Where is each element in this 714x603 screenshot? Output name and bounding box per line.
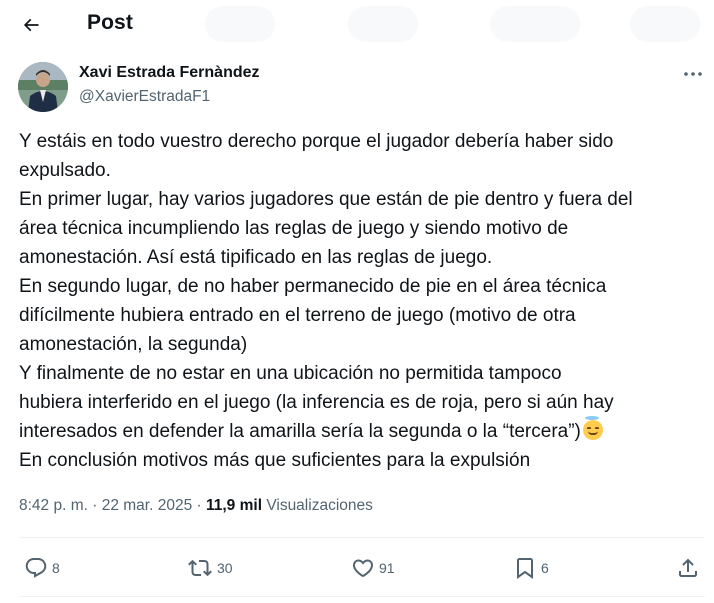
divider — [19, 596, 705, 597]
blurred-background-element — [348, 6, 418, 42]
more-dots-icon — [684, 72, 702, 76]
divider — [19, 537, 705, 538]
smiling-face-with-halo-icon — [582, 416, 603, 440]
repost-icon — [188, 559, 212, 577]
blurred-background-element — [490, 6, 580, 42]
more-options-button[interactable] — [680, 64, 706, 84]
arrow-left-icon — [23, 18, 39, 32]
page-title: Post — [87, 11, 133, 34]
like-count: 91 — [379, 560, 395, 576]
meta-separator: · — [87, 497, 102, 514]
tweet-time[interactable]: 8:42 p. m. — [19, 497, 88, 514]
bookmark-icon — [517, 558, 533, 579]
blurred-background-element — [205, 6, 275, 42]
tweet-line: amonestación. Así está tipificado en las… — [19, 247, 493, 268]
bookmark-count: 6 — [541, 560, 549, 576]
reply-button[interactable]: 8 — [24, 540, 60, 596]
share-icon — [679, 558, 697, 577]
tweet-text: Y estáis en todo vuestro derecho porque … — [19, 127, 699, 475]
tweet-date[interactable]: 22 mar. 2025 — [102, 497, 192, 514]
tweet-line: área técnica incumpliendo las reglas de … — [19, 218, 569, 239]
author-display-name[interactable]: Xavi Estrada Fernàndez — [79, 64, 260, 82]
avatar-photo — [18, 62, 68, 112]
tweet-line: Y estáis en todo vuestro derecho porque … — [19, 131, 614, 152]
repost-button[interactable]: 30 — [187, 540, 233, 596]
repost-count: 30 — [217, 560, 233, 576]
tweet-line: hubiera interferido en el juego (la infe… — [19, 392, 614, 413]
tweet-line-text: interesados en defender la amarilla serí… — [19, 421, 581, 442]
tweet-line: Y finalmente de no estar en una ubicació… — [19, 363, 562, 384]
avatar[interactable] — [18, 62, 68, 112]
tweet-line: expulsado. — [19, 160, 111, 181]
top-bar: Post — [0, 0, 714, 50]
share-button[interactable] — [676, 540, 700, 596]
author-handle[interactable]: @XavierEstradaF1 — [79, 88, 210, 106]
tweet-line: difícilmente hubiera entrado en el terre… — [19, 305, 576, 326]
meta-separator: · — [192, 497, 206, 514]
reply-count: 8 — [52, 560, 60, 576]
tweet-line: En primer lugar, hay varios jugadores qu… — [19, 189, 633, 210]
tweet-line: En segundo lugar, de no haber permanecid… — [19, 276, 607, 297]
back-button[interactable] — [14, 8, 48, 42]
views-label: Visualizaciones — [266, 497, 373, 514]
tweet-line-with-emoji: interesados en defender la amarilla serí… — [19, 416, 699, 446]
views-count: 11,9 mil — [205, 497, 262, 514]
action-bar: 8 30 91 6 — [0, 540, 714, 596]
tweet-meta: 8:42 p. m. · 22 mar. 2025 · 11,9 mil Vis… — [19, 497, 373, 515]
blurred-background-element — [630, 6, 700, 42]
tweet-line: amonestación, la segunda) — [19, 334, 248, 355]
heart-icon — [352, 559, 374, 578]
bookmark-button[interactable]: 6 — [513, 540, 549, 596]
like-button[interactable]: 91 — [351, 540, 395, 596]
tweet-line: En conclusión motivos más que suficiente… — [19, 450, 531, 471]
reply-icon — [25, 558, 47, 578]
